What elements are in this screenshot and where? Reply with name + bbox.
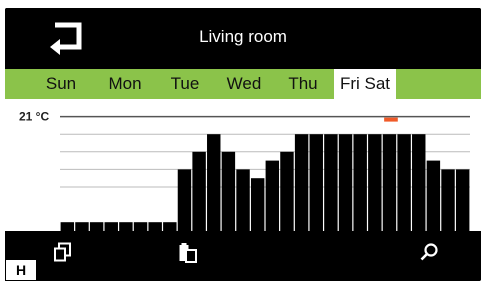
temperature-bar-1[interactable] bbox=[75, 222, 89, 231]
temperature-bar-14[interactable] bbox=[265, 160, 280, 231]
current-time-marker bbox=[384, 117, 398, 122]
day-selector: Sun Mon Tue Wed Thu Fri Sat bbox=[5, 69, 481, 99]
temperature-bar-8[interactable] bbox=[177, 169, 192, 231]
day-tab-wed[interactable]: Wed bbox=[221, 69, 267, 99]
temperature-bar-3[interactable] bbox=[104, 222, 118, 231]
temperature-bar-15[interactable] bbox=[280, 151, 294, 231]
temperature-chart: 21 °C bbox=[5, 99, 481, 231]
temperature-bar-22[interactable] bbox=[382, 134, 397, 231]
header-bar: Living room bbox=[5, 8, 481, 68]
page-title: Living room bbox=[199, 27, 287, 46]
temperature-bar-5[interactable] bbox=[133, 222, 148, 231]
temperature-bar-25[interactable] bbox=[426, 160, 441, 231]
day-label-fri: Fri bbox=[339, 74, 360, 93]
day-tab-tue[interactable]: Tue bbox=[165, 69, 205, 99]
image-label-badge: H bbox=[5, 259, 37, 281]
temperature-bar-18[interactable] bbox=[324, 134, 338, 231]
footer-bar bbox=[5, 231, 481, 281]
copy-button[interactable] bbox=[53, 242, 73, 267]
search-button[interactable] bbox=[419, 242, 439, 267]
temperature-bar-0[interactable] bbox=[60, 222, 75, 231]
temperature-bar-9[interactable] bbox=[192, 151, 206, 231]
temperature-bar-13[interactable] bbox=[250, 178, 265, 231]
reference-temperature-label: 21 °C bbox=[19, 110, 49, 124]
paste-icon bbox=[179, 243, 197, 263]
day-tab-fri-sat[interactable]: Fri Sat bbox=[334, 69, 396, 99]
day-tab-mon[interactable]: Mon bbox=[101, 69, 149, 99]
temperature-bar-26[interactable] bbox=[441, 169, 455, 231]
temperature-bar-21[interactable] bbox=[368, 134, 382, 231]
day-tab-sun[interactable]: Sun bbox=[39, 69, 83, 99]
temperature-bar-23[interactable] bbox=[397, 134, 411, 231]
copy-icon bbox=[54, 242, 71, 262]
temperature-bar-2[interactable] bbox=[89, 222, 104, 231]
temperature-bar-20[interactable] bbox=[353, 134, 367, 231]
temperature-bar-12[interactable] bbox=[236, 169, 250, 231]
temperature-bar-6[interactable] bbox=[148, 222, 162, 231]
magnifier-icon bbox=[420, 243, 438, 261]
thermostat-screen: Living room Sun Mon Tue Wed Thu Fri Sat … bbox=[5, 8, 481, 281]
day-tab-thu[interactable]: Thu bbox=[283, 69, 323, 99]
temperature-bar-19[interactable] bbox=[338, 134, 353, 231]
day-label-sat: Sat bbox=[364, 74, 391, 93]
temperature-bar-24[interactable] bbox=[412, 134, 426, 231]
temperature-chart-svg: 21 °C bbox=[19, 110, 470, 231]
temperature-bar-4[interactable] bbox=[119, 222, 133, 231]
paste-button[interactable] bbox=[178, 242, 198, 269]
temperature-bar-16[interactable] bbox=[294, 134, 309, 231]
temperature-bar-10[interactable] bbox=[207, 134, 221, 231]
temperature-bar-27[interactable] bbox=[455, 169, 470, 231]
temperature-bar-7[interactable] bbox=[163, 222, 177, 231]
temperature-bar-17[interactable] bbox=[309, 134, 323, 231]
temperature-bar-11[interactable] bbox=[221, 151, 236, 231]
